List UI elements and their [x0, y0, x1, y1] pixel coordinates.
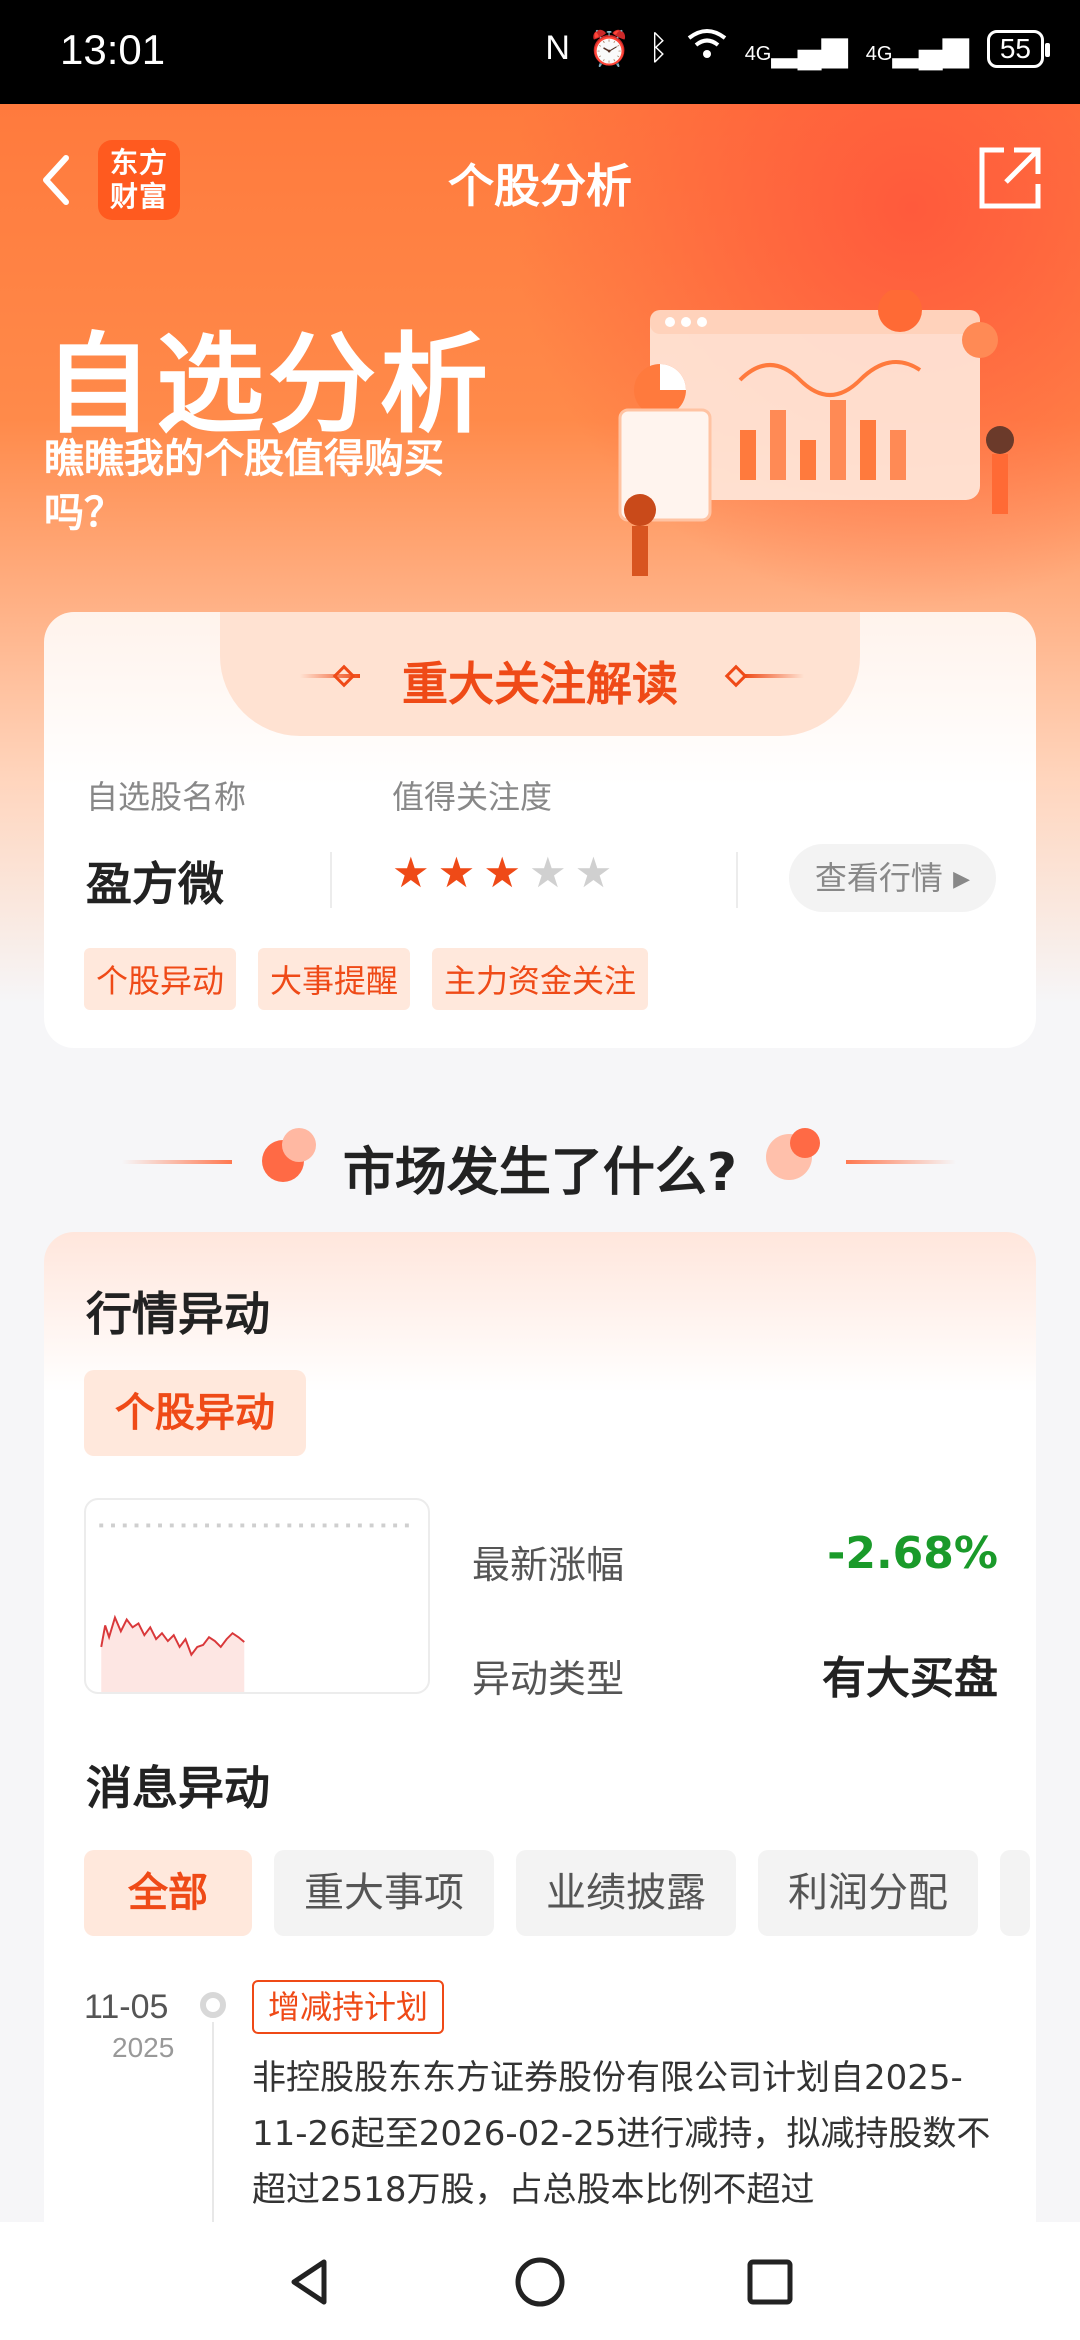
latest-change-label: 最新涨幅 — [472, 1543, 625, 1587]
filter-major-events[interactable]: 重大事项 — [274, 1850, 494, 1936]
market-section-header: 市场发生了什么? — [0, 1120, 1080, 1203]
stock-name-label: 自选股名称 — [86, 778, 247, 816]
star-icon: ★ — [528, 848, 567, 897]
attention-label: 值得关注度 — [392, 778, 553, 816]
star-icon: ★ — [392, 848, 430, 897]
status-time: 13:01 — [60, 26, 166, 73]
nav-home-icon[interactable] — [510, 2252, 570, 2312]
focus-tags: 个股异动 大事提醒 主力资金关注 — [84, 948, 649, 1010]
market-section-title: 市场发生了什么? — [342, 1143, 738, 1203]
signal-label: 4G — [865, 42, 893, 65]
signal-icon: 4G▂▄▆ — [865, 29, 969, 68]
star-icon: ★ — [483, 848, 521, 897]
caret-right-icon: ▶ — [953, 867, 970, 892]
alarm-icon: ⏰ — [587, 29, 631, 68]
divider — [330, 852, 332, 908]
focus-card: 重大关注解读 自选股名称 值得关注度 盈方微 ★ ★ ★ ★ ★ 查看行情 ▶ 个股异动… — [44, 612, 1036, 1048]
hero-subtitle: 瞧瞧我的个股值得购买吗？ — [44, 436, 444, 536]
analysis-illustration — [618, 290, 1014, 576]
tag-stock-anomaly[interactable]: 个股异动 — [84, 948, 237, 1010]
star-icon: ★ — [437, 848, 476, 897]
star-icon: ★ — [574, 848, 613, 897]
decor-bubble — [790, 1128, 820, 1158]
anomaly-type-label: 异动类型 — [472, 1657, 625, 1701]
timeline-dot — [200, 1992, 226, 2018]
timeline-text[interactable]: 非控股股东东方证券股份有限公司计划自2025-11-26起至2026-02-25… — [252, 2050, 1012, 2218]
timeline-tag[interactable]: 增减持计划 — [252, 1980, 445, 2034]
news-filter-tabs: 全部 重大事项 业绩披露 利润分配 — [84, 1850, 1030, 1936]
tag-main-fund[interactable]: 主力资金关注 — [432, 948, 649, 1010]
market-card-title: 行情异动 — [86, 1287, 270, 1341]
decor-line-right — [744, 674, 804, 678]
timeline-year: 2025 — [112, 2032, 175, 2063]
view-quote-button[interactable]: 查看行情 ▶ — [788, 844, 996, 912]
nfc-icon: N — [545, 29, 570, 67]
decor-line-right — [846, 1160, 956, 1164]
signal-icon: 4G▂▄▆ — [744, 29, 848, 68]
filter-profit-distribution[interactable]: 利润分配 — [758, 1850, 978, 1936]
divider — [736, 852, 738, 908]
nav-back-icon[interactable] — [280, 2252, 340, 2312]
page-title: 个股分析 — [448, 159, 632, 213]
bluetooth-icon: ᛒ — [648, 29, 669, 67]
market-card: 行情异动 个股异动 最新涨幅 -2.68% 异动类型 有大买盘 消息异动 全部 … — [44, 1232, 1036, 2340]
anomaly-type-value: 有大买盘 — [822, 1653, 998, 1704]
nav-recents-icon[interactable] — [740, 2252, 800, 2312]
system-nav-bar — [0, 2222, 1080, 2340]
intraday-mini-chart[interactable] — [84, 1498, 430, 1694]
filter-earnings[interactable]: 业绩披露 — [516, 1850, 736, 1936]
battery-icon: 55 — [986, 29, 1051, 68]
timeline-date: 11-05 — [84, 1988, 169, 2026]
filter-more[interactable] — [1000, 1850, 1030, 1936]
hero-title: 自选分析 — [44, 323, 493, 448]
latest-change-value: -2.68% — [827, 1528, 998, 1579]
wifi-icon — [687, 28, 727, 69]
news-section-title: 消息异动 — [86, 1761, 270, 1815]
tag-event-reminder[interactable]: 大事提醒 — [258, 948, 411, 1010]
status-bar: 13:01 N ⏰ ᛒ 4G▂▄▆ 4G▂▄▆ 55 — [0, 0, 1080, 104]
view-quote-label: 查看行情 — [814, 859, 943, 897]
status-icons: N ⏰ ᛒ 4G▂▄▆ 4G▂▄▆ 55 — [545, 28, 1051, 69]
focus-title: 重大关注解读 — [402, 657, 678, 711]
signal-label: 4G — [744, 42, 772, 65]
stock-name: 盈方微 — [86, 857, 224, 911]
share-icon[interactable] — [974, 142, 1046, 214]
attention-stars: ★ ★ ★ ★ ★ — [392, 848, 612, 897]
filter-all[interactable]: 全部 — [84, 1850, 252, 1936]
stock-anomaly-chip[interactable]: 个股异动 — [84, 1370, 306, 1456]
